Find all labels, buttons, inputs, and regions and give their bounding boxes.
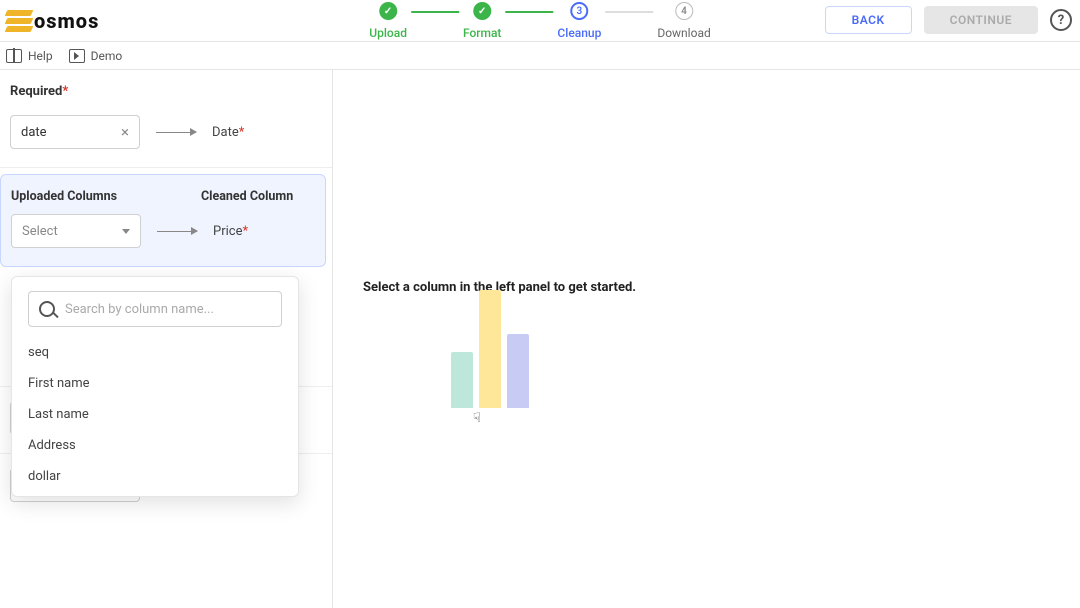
- step-cleanup[interactable]: 3 Cleanup: [557, 2, 601, 40]
- step-upload[interactable]: ✓ Upload: [369, 2, 407, 40]
- step-number: 4: [675, 2, 693, 20]
- mapping-row-date: date × Date*: [10, 115, 322, 149]
- logo-mark-icon: [6, 10, 32, 32]
- demo-link[interactable]: Demo: [69, 49, 123, 63]
- sub-header: Help Demo: [0, 42, 1080, 70]
- target-price: Price*: [213, 224, 248, 239]
- dropdown-option[interactable]: Last name: [12, 399, 298, 430]
- select-placeholder: Select: [22, 224, 58, 239]
- stepper: ✓ Upload ✓ Format 3 Cleanup 4 Download: [369, 2, 710, 40]
- back-button[interactable]: BACK: [825, 6, 912, 34]
- illus-bar: [451, 352, 473, 408]
- step-connector: [605, 11, 653, 13]
- uploaded-columns-header: Uploaded Columns: [11, 189, 141, 204]
- column-headers: Uploaded Columns Cleaned Column: [11, 189, 315, 204]
- step-format[interactable]: ✓ Format: [463, 2, 501, 40]
- source-select-date[interactable]: date ×: [10, 115, 140, 149]
- mapping-row-price: Select Price*: [11, 214, 315, 248]
- illus-bar: [507, 334, 529, 408]
- help-link[interactable]: Help: [6, 49, 53, 63]
- illus-bar: [479, 290, 501, 408]
- source-value: date: [21, 125, 47, 140]
- cursor-hand-icon: ☟: [473, 411, 481, 426]
- continue-button[interactable]: CONTINUE: [924, 6, 1038, 34]
- dropdown-option-list[interactable]: seq First name Last name Address dollar: [12, 337, 298, 492]
- column-dropdown[interactable]: seq First name Last name Address dollar: [11, 276, 299, 497]
- bar-chart-illustration: [451, 288, 531, 408]
- help-icon[interactable]: ?: [1050, 9, 1072, 31]
- arrow-icon: [156, 132, 196, 133]
- dropdown-search[interactable]: [28, 291, 282, 327]
- search-icon: [39, 301, 55, 317]
- check-icon: ✓: [379, 2, 397, 20]
- book-icon: [6, 49, 22, 63]
- cleaned-column-header: Cleaned Column: [201, 189, 293, 204]
- step-number: 3: [570, 2, 588, 20]
- check-icon: ✓: [473, 2, 491, 20]
- step-connector: [411, 11, 459, 13]
- mapping-section-price: Uploaded Columns Cleaned Column Select P…: [0, 174, 326, 267]
- step-download[interactable]: 4 Download: [657, 2, 710, 40]
- dropdown-option[interactable]: Address: [12, 430, 298, 461]
- top-actions: BACK CONTINUE ?: [825, 6, 1072, 34]
- clear-icon[interactable]: ×: [121, 123, 129, 141]
- dropdown-option[interactable]: dollar: [12, 461, 298, 492]
- demo-label: Demo: [91, 49, 123, 63]
- chevron-down-icon: [122, 229, 130, 234]
- help-label: Help: [28, 49, 53, 63]
- target-date: Date*: [212, 125, 244, 140]
- required-heading: Required*: [10, 84, 322, 99]
- dropdown-search-input[interactable]: [65, 302, 271, 317]
- source-select-price[interactable]: Select: [11, 214, 141, 248]
- required-section: Required* date × Date*: [0, 70, 332, 168]
- top-bar: osmos ✓ Upload ✓ Format 3 Cleanup 4 Down…: [0, 0, 1080, 42]
- logo: osmos: [6, 9, 99, 33]
- arrow-icon: [157, 231, 197, 232]
- dropdown-option[interactable]: seq: [12, 337, 298, 368]
- logo-text: osmos: [34, 9, 99, 33]
- play-icon: [69, 49, 85, 63]
- dropdown-option[interactable]: First name: [12, 368, 298, 399]
- right-panel: Select a column in the left panel to get…: [333, 70, 1080, 608]
- step-connector: [505, 11, 553, 13]
